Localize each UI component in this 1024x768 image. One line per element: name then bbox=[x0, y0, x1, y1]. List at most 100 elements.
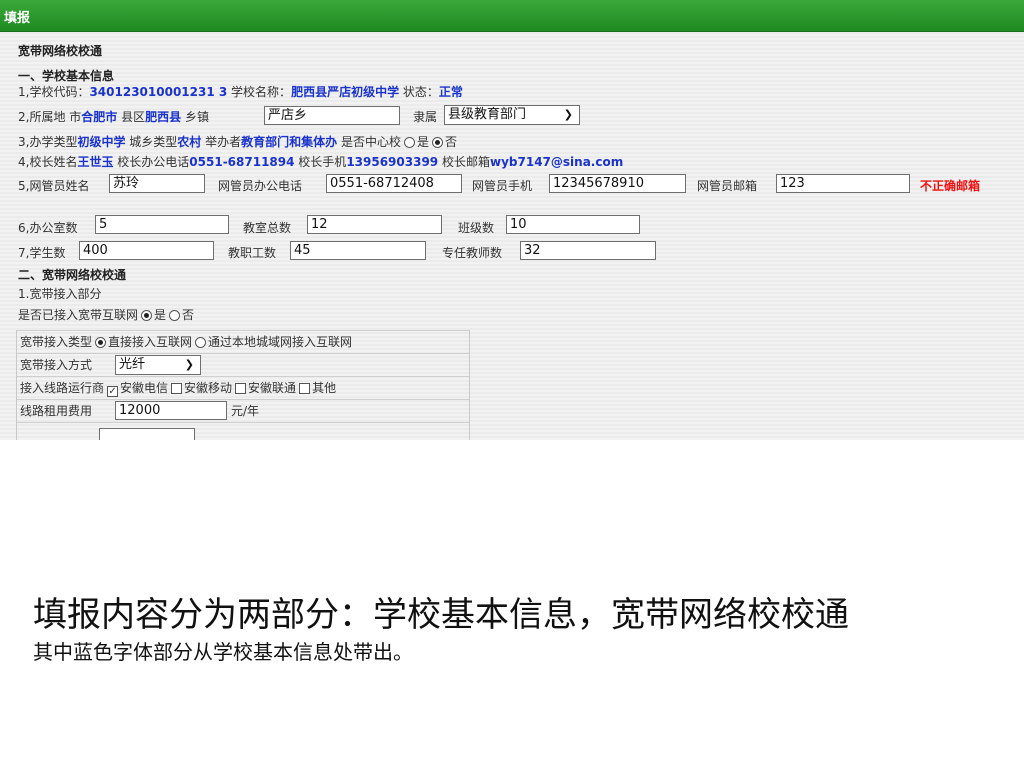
city-label: 2,所属地 市 bbox=[18, 110, 82, 124]
county-label: 县区 bbox=[117, 110, 146, 124]
other-checkbox[interactable] bbox=[299, 383, 311, 394]
next-row bbox=[17, 422, 469, 440]
principal-phone: 0551-68711894 bbox=[189, 155, 295, 169]
connected-label: 是否已接入宽带互联网 bbox=[18, 308, 139, 322]
area-value: 农村 bbox=[177, 135, 202, 149]
town-input[interactable]: 严店乡 bbox=[264, 106, 400, 125]
fee-unit: 元/年 bbox=[231, 404, 260, 418]
carrier-label: 接入线路运行商 bbox=[20, 381, 105, 395]
caption-sub: 其中蓝色字体部分从学校基本信息处带出。 bbox=[33, 640, 413, 664]
principal-name: 王世玉 bbox=[77, 155, 114, 169]
admin-name-input[interactable]: 苏玲 bbox=[109, 174, 205, 193]
students-input[interactable]: 400 bbox=[79, 241, 214, 260]
students-label: 7,学生数 bbox=[18, 246, 66, 260]
form-screenshot: 填报 宽带网络校校通 一、学校基本信息 1,学校代码：3401230100012… bbox=[0, 0, 1024, 440]
next-row-input[interactable] bbox=[99, 428, 195, 440]
town-label: 乡镇 bbox=[181, 110, 209, 124]
unicom-checkbox[interactable] bbox=[235, 383, 247, 394]
belong-label: 隶属 bbox=[413, 110, 438, 124]
telecom-checkbox[interactable]: ✓ bbox=[107, 386, 119, 397]
center-school-no-label: 否 bbox=[445, 135, 458, 149]
offices-input[interactable]: 5 bbox=[95, 215, 229, 234]
admin-phone-input[interactable]: 0551-68712408 bbox=[326, 174, 462, 193]
principal-email-label: 校长邮箱 bbox=[438, 155, 490, 169]
broadband-table: 宽带接入类型 直接接入互联网 通过本地城域网接入互联网 宽带接入方式 光纤 ❯ 接入… bbox=[16, 330, 470, 440]
staff-label: 教职工数 bbox=[228, 246, 277, 260]
access-method-value: 光纤 bbox=[119, 357, 146, 372]
unicom-label: 安徽联通 bbox=[248, 381, 297, 395]
school-code-line: 1,学校代码：340123010001231 3 学校名称：肥西县严店初级中学 … bbox=[18, 85, 463, 99]
principal-line: 4,校长姓名王世玉 校长办公电话0551-68711894 校长手机139569… bbox=[18, 155, 623, 169]
belong-value: 县级教育部门 bbox=[448, 107, 527, 122]
classrooms-label: 教室总数 bbox=[243, 221, 292, 235]
classrooms-input[interactable]: 12 bbox=[307, 215, 442, 234]
carrier-content: 接入线路运行商 ✓ 安徽电信 安徽移动 安徽联通 其他 bbox=[20, 381, 336, 397]
city-value: 合肥市 bbox=[81, 110, 118, 124]
broadband-connected-line: 是否已接入宽带互联网 是 否 bbox=[18, 308, 194, 322]
mobile-checkbox[interactable] bbox=[171, 383, 183, 394]
broadband-heading: 二、宽带网络校校通 bbox=[18, 268, 127, 282]
access-type-row: 宽带接入类型 直接接入互联网 通过本地城域网接入互联网 bbox=[17, 330, 469, 353]
admin-email-label: 网管员邮箱 bbox=[697, 179, 758, 193]
fee-input[interactable]: 12000 bbox=[115, 401, 227, 420]
window-title: 填报 bbox=[4, 11, 31, 26]
center-school-no-radio[interactable] bbox=[432, 137, 443, 148]
teachers-input[interactable]: 32 bbox=[520, 241, 656, 260]
access-type-content: 宽带接入类型 直接接入互联网 通过本地城域网接入互联网 bbox=[20, 335, 352, 349]
basic-info-heading: 一、学校基本信息 bbox=[18, 69, 115, 83]
chevron-down-icon: ❯ bbox=[184, 358, 194, 371]
other-label: 其他 bbox=[312, 381, 337, 395]
metro-network-label: 通过本地城域网接入互联网 bbox=[208, 335, 353, 349]
location-line: 2,所属地 市合肥市 县区肥西县 乡镇 bbox=[18, 110, 209, 124]
school-code: 340123010001231 3 bbox=[89, 85, 228, 99]
connected-no-radio[interactable] bbox=[169, 310, 181, 321]
access-method-label: 宽带接入方式 bbox=[20, 358, 93, 372]
telecom-label: 安徽电信 bbox=[120, 381, 169, 395]
classes-input[interactable]: 10 bbox=[506, 215, 640, 234]
section-title: 宽带网络校校通 bbox=[18, 44, 103, 58]
connected-yes-label: 是 bbox=[154, 308, 167, 322]
mobile-label: 安徽移动 bbox=[184, 381, 233, 395]
county-value: 肥西县 bbox=[145, 110, 182, 124]
admin-mobile-label: 网管员手机 bbox=[472, 179, 533, 193]
admin-mobile-input[interactable]: 12345678910 bbox=[549, 174, 686, 193]
principal-label: 4,校长姓名 bbox=[18, 155, 78, 169]
center-school-yes-label: 是 bbox=[416, 135, 429, 149]
fee-row: 线路租用费用 12000 元/年 bbox=[17, 399, 469, 422]
access-method-select[interactable]: 光纤 ❯ bbox=[115, 355, 201, 375]
principal-phone-label: 校长办公电话 bbox=[113, 155, 190, 169]
status-label: 状态： bbox=[399, 85, 439, 99]
host-label: 举办者 bbox=[201, 135, 242, 149]
admin-email-input[interactable]: 123 bbox=[776, 174, 910, 193]
school-code-label: 1,学校代码： bbox=[18, 85, 90, 99]
area-label: 城乡类型 bbox=[125, 135, 178, 149]
center-school-label: 是否中心校 bbox=[337, 135, 401, 149]
status-value: 正常 bbox=[438, 85, 463, 99]
school-type-line: 3,办学类型初级中学 城乡类型农村 举办者教育部门和集体办 是否中心校 是 否 bbox=[18, 135, 457, 149]
email-error-message: 不正确邮箱 bbox=[920, 179, 981, 193]
chevron-down-icon: ❯ bbox=[563, 108, 573, 121]
access-type-label: 宽带接入类型 bbox=[20, 335, 93, 349]
teachers-label: 专任教师数 bbox=[442, 246, 503, 260]
metro-network-radio[interactable] bbox=[195, 337, 207, 348]
offices-label: 6,办公室数 bbox=[18, 221, 78, 235]
caption-main: 填报内容分为两部分：学校基本信息，宽带网络校校通 bbox=[33, 595, 849, 635]
type-label: 3,办学类型 bbox=[18, 135, 78, 149]
broadband-sub-heading: 1.宽带接入部分 bbox=[18, 287, 102, 301]
admin-phone-label: 网管员办公电话 bbox=[218, 179, 303, 193]
principal-mobile-label: 校长手机 bbox=[294, 155, 347, 169]
principal-mobile: 13956903399 bbox=[346, 155, 439, 169]
staff-input[interactable]: 45 bbox=[290, 241, 426, 260]
admin-name-label: 5,网管员姓名 bbox=[18, 179, 90, 193]
access-method-row: 宽带接入方式 光纤 ❯ bbox=[17, 353, 469, 376]
school-name-label: 学校名称： bbox=[227, 85, 292, 99]
belong-select[interactable]: 县级教育部门 ❯ bbox=[444, 105, 580, 125]
center-school-yes-radio[interactable] bbox=[403, 137, 415, 148]
type-value: 初级中学 bbox=[77, 135, 126, 149]
connected-no-label: 否 bbox=[182, 308, 195, 322]
connected-yes-radio[interactable] bbox=[141, 310, 153, 321]
carrier-row: 接入线路运行商 ✓ 安徽电信 安徽移动 安徽联通 其他 bbox=[17, 376, 469, 399]
direct-internet-label: 直接接入互联网 bbox=[108, 335, 193, 349]
direct-internet-radio[interactable] bbox=[95, 337, 107, 348]
school-name: 肥西县严店初级中学 bbox=[291, 85, 400, 99]
